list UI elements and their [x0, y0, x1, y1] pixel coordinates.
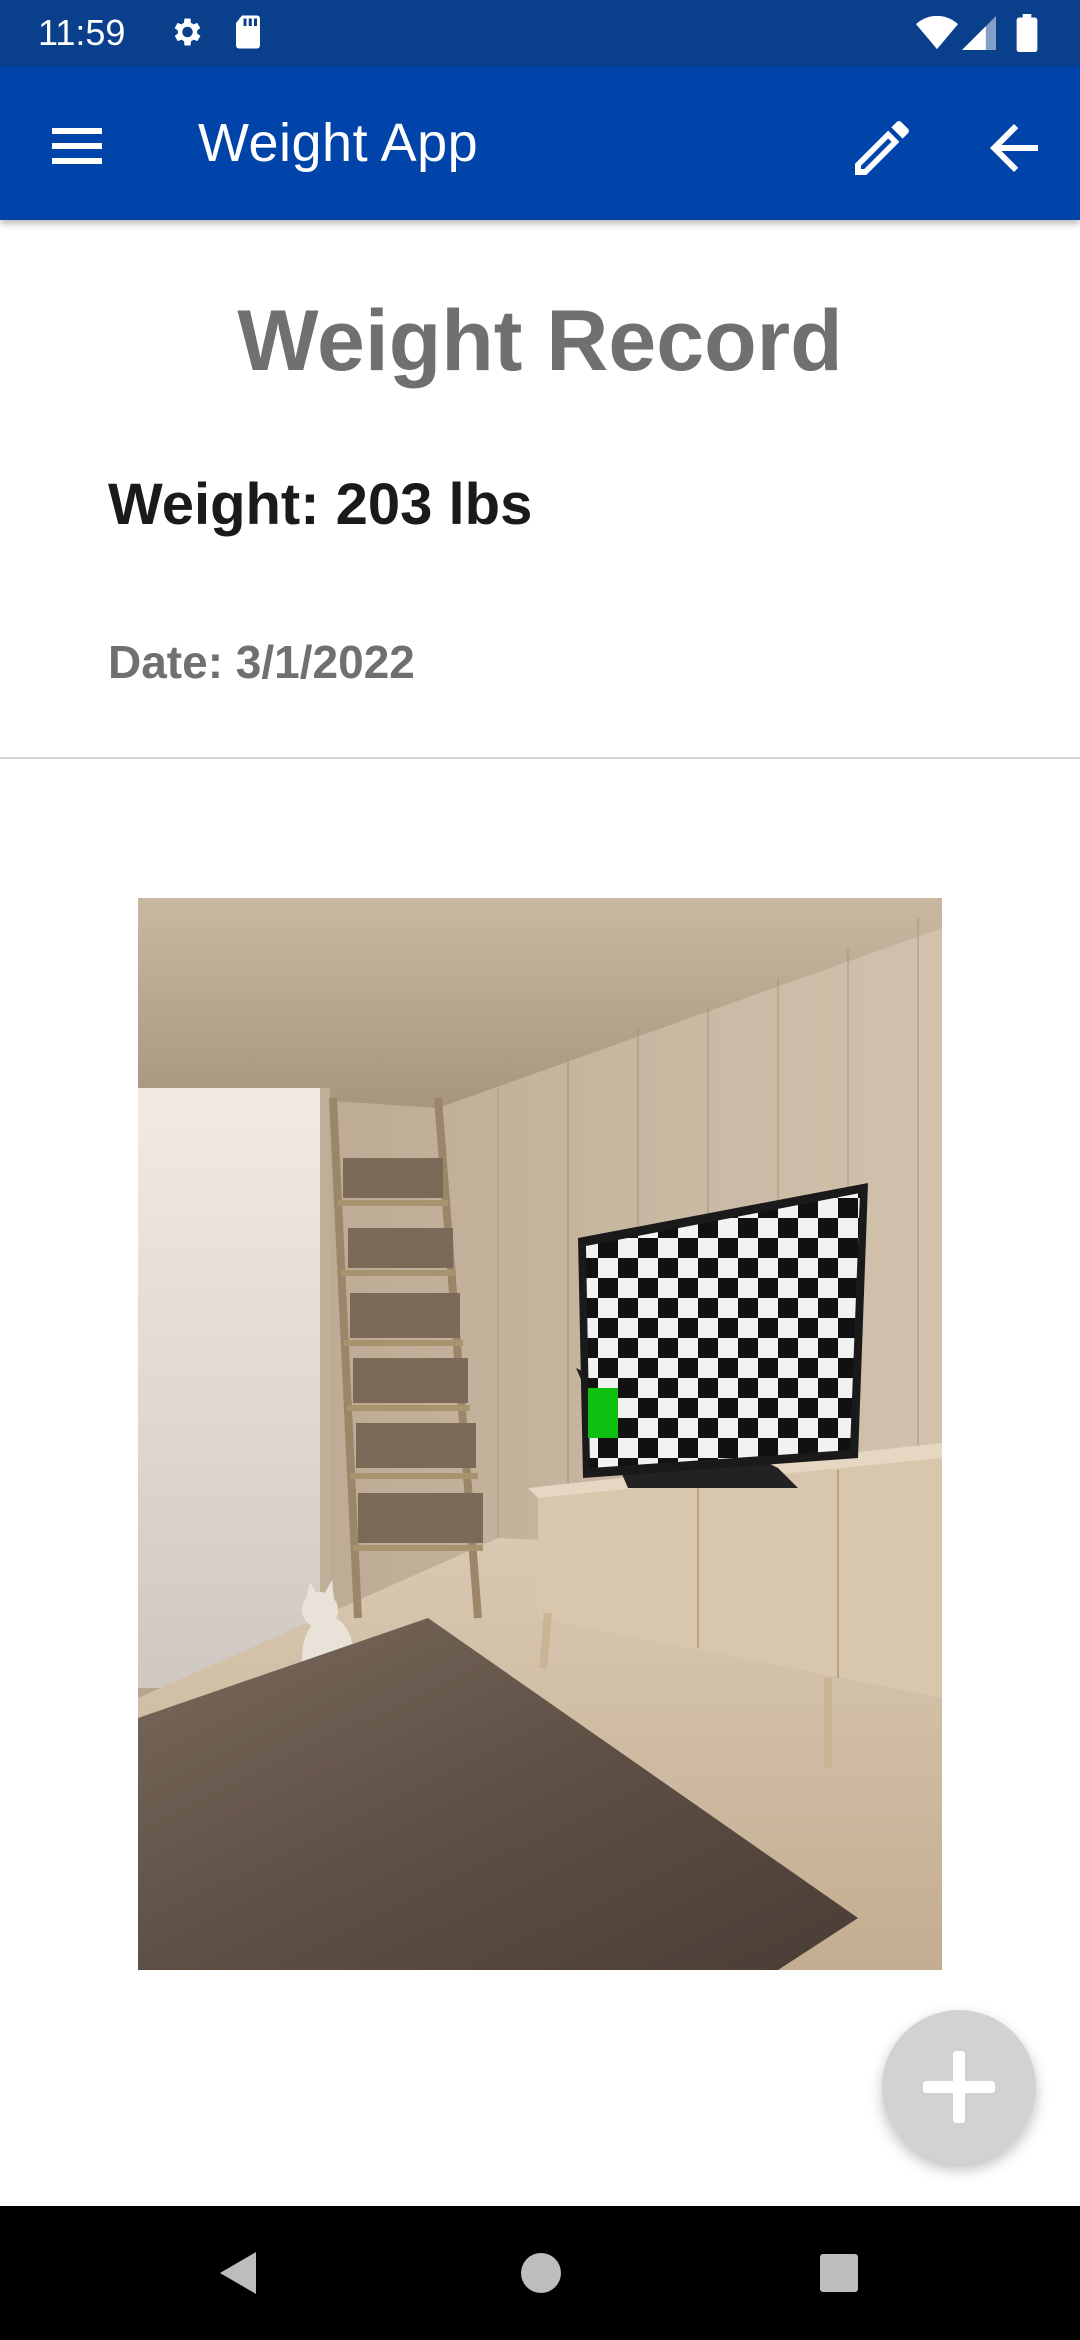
sd-card-icon — [232, 14, 264, 55]
date-value: Date: 3/1/2022 — [108, 636, 415, 688]
weight-value: Weight: 203 lbs — [108, 472, 533, 537]
status-time: 11:59 — [38, 12, 126, 53]
status-bar: 11:59 — [0, 0, 1080, 66]
menu-button[interactable] — [40, 110, 112, 182]
recents-square-icon — [820, 2254, 858, 2292]
back-button[interactable] — [978, 112, 1050, 184]
arrow-back-icon — [978, 124, 1050, 188]
battery-icon — [1016, 14, 1038, 57]
menu-icon — [40, 128, 112, 186]
system-nav-bar — [0, 2206, 1080, 2340]
home-circle-icon — [521, 2253, 561, 2293]
edit-pencil-icon — [846, 120, 918, 188]
cellular-signal-icon — [962, 16, 996, 55]
nav-recents-button[interactable] — [812, 2246, 866, 2300]
add-record-button[interactable] — [882, 2010, 1036, 2164]
app-title: Weight App — [198, 113, 479, 173]
record-photo — [138, 898, 942, 1970]
add-icon — [923, 2051, 995, 2123]
edit-button[interactable] — [846, 112, 918, 184]
wifi-icon — [916, 15, 958, 55]
settings-icon — [168, 14, 204, 55]
app-bar: Weight App — [0, 66, 1080, 220]
page-title: Weight Record — [237, 293, 843, 389]
divider — [0, 757, 1080, 759]
nav-home-button[interactable] — [514, 2246, 568, 2300]
nav-back-button[interactable] — [212, 2246, 266, 2300]
back-triangle-icon — [220, 2252, 256, 2294]
